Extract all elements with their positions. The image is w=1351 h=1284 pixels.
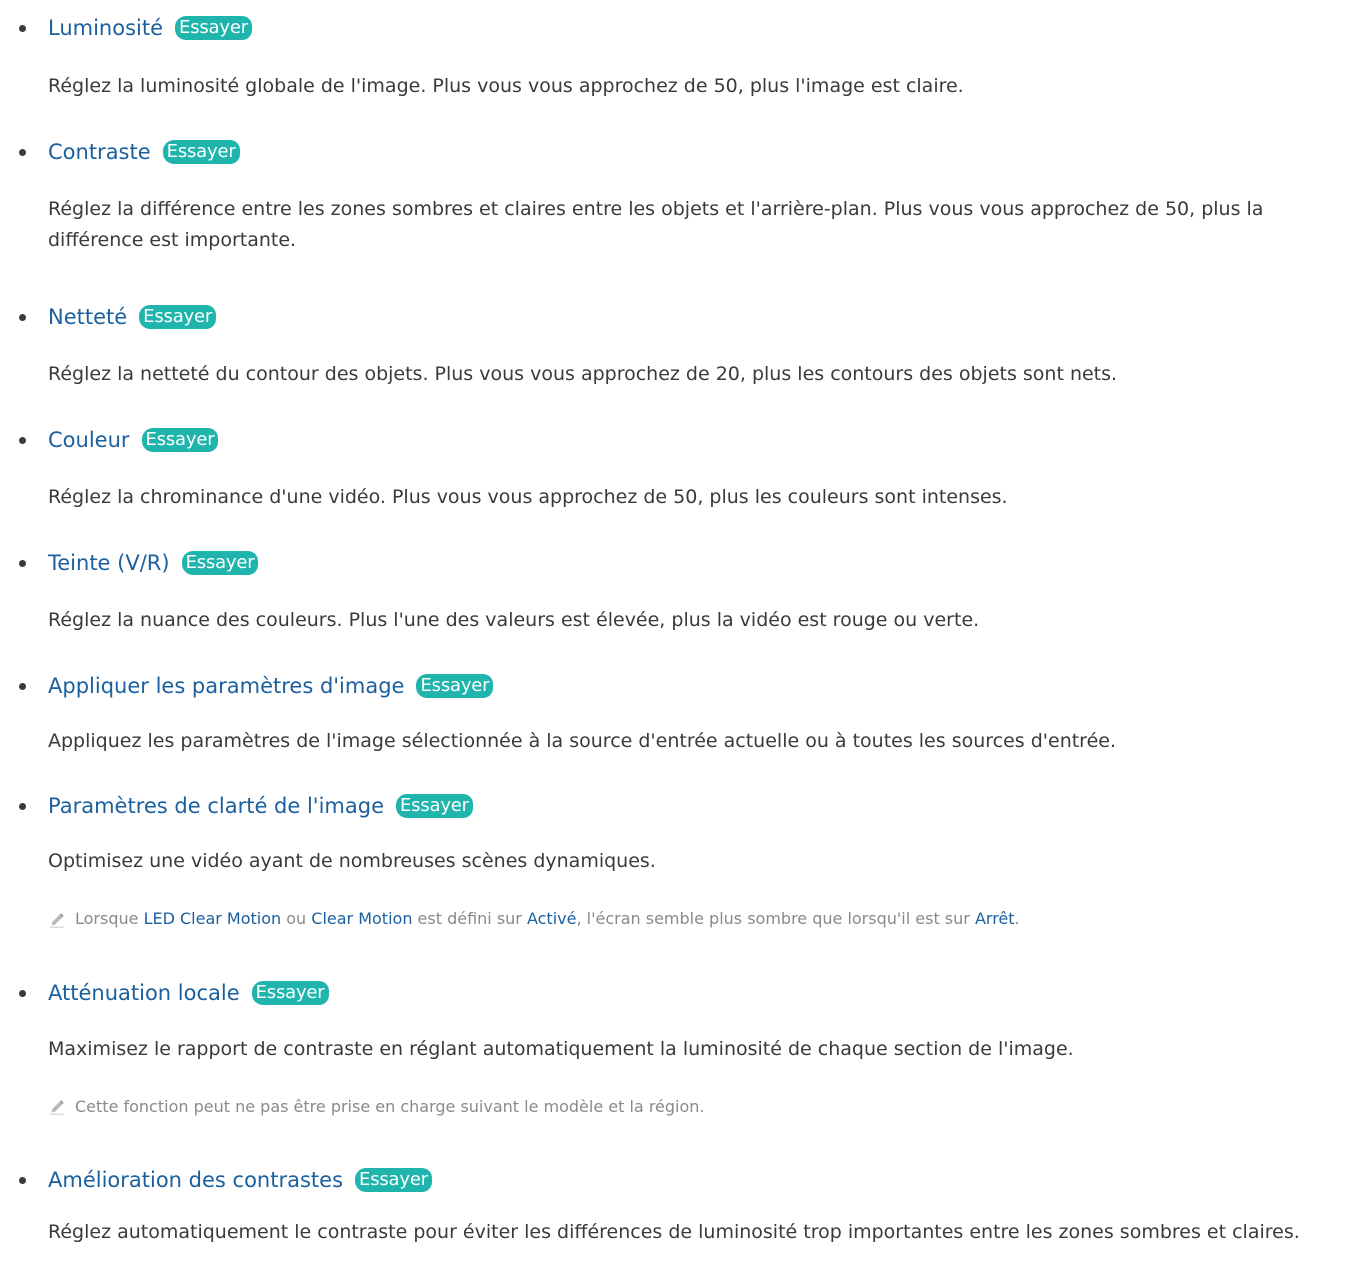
note-keyword-active: Activé — [526, 909, 577, 928]
bullet-icon — [19, 1177, 26, 1184]
try-button[interactable]: Essayer — [175, 16, 252, 40]
bullet-icon — [19, 437, 26, 444]
item-description: Réglez la différence entre les zones som… — [48, 198, 1264, 251]
list-item-couleur: Couleur Essayer Réglez la chrominance d'… — [0, 425, 1351, 508]
note-keyword-arret: Arrêt — [974, 909, 1015, 928]
pencil-icon — [49, 1100, 65, 1115]
try-button[interactable]: Essayer — [251, 981, 329, 1005]
try-button[interactable]: Essayer — [162, 140, 240, 164]
list-item-luminosite: Luminosité Essayer Réglez la luminosité … — [0, 13, 1351, 97]
try-button[interactable]: Essayer — [181, 551, 259, 575]
note-keyword-led-clear-motion: LED Clear Motion — [143, 909, 282, 928]
item-description: Réglez la netteté du contour des objets.… — [48, 363, 1118, 385]
try-button[interactable]: Essayer — [141, 428, 219, 452]
bullet-icon — [19, 149, 26, 156]
item-title-link[interactable]: Appliquer les paramètres d'image — [48, 673, 404, 699]
item-description: Réglez automatiquement le contraste pour… — [48, 1221, 1300, 1243]
list-item-appliquer-parametres: Appliquer les paramètres d'image Essayer… — [0, 671, 1351, 752]
list-item-amelioration-contrastes: Amélioration des contrastes Essayer Régl… — [0, 1165, 1351, 1243]
list-item-nettete: Netteté Essayer Réglez la netteté du con… — [0, 302, 1351, 385]
list-item-contraste: Contraste Essayer Réglez la différence e… — [0, 137, 1351, 251]
item-title-link[interactable]: Luminosité — [48, 15, 163, 41]
note-keyword-clear-motion: Clear Motion — [311, 909, 413, 928]
bullet-icon — [19, 990, 26, 997]
item-title-link[interactable]: Netteté — [48, 304, 127, 330]
bullet-icon — [19, 560, 26, 567]
list-item-attenuation-locale: Atténuation locale Essayer Maximisez le … — [0, 978, 1351, 1116]
item-description: Réglez la chrominance d'une vidéo. Plus … — [48, 486, 1008, 508]
list-item-teinte: Teinte (V/R) Essayer Réglez la nuance de… — [0, 548, 1351, 631]
item-title-link[interactable]: Amélioration des contrastes — [48, 1167, 343, 1193]
bullet-icon — [19, 25, 26, 32]
try-button[interactable]: Essayer — [355, 1168, 432, 1192]
bullet-icon — [19, 683, 26, 690]
item-description: Réglez la nuance des couleurs. Plus l'un… — [48, 609, 980, 631]
try-button[interactable]: Essayer — [139, 305, 217, 329]
list-item-clarte-image: Paramètres de clarté de l'image Essayer … — [0, 791, 1351, 928]
item-title-link[interactable]: Paramètres de clarté de l'image — [48, 793, 384, 819]
item-note: Lorsque LED Clear Motion ou Clear Motion… — [75, 909, 1020, 928]
item-description: Réglez la luminosité globale de l'image.… — [48, 75, 964, 97]
try-button[interactable]: Essayer — [396, 794, 473, 818]
item-title-link[interactable]: Teinte (V/R) — [48, 550, 170, 576]
item-description: Optimisez une vidéo ayant de nombreuses … — [48, 850, 656, 872]
bullet-icon — [19, 803, 26, 810]
item-title-link[interactable]: Contraste — [48, 139, 151, 165]
bullet-icon — [19, 314, 26, 321]
pencil-icon — [49, 913, 65, 928]
item-description: Appliquez les paramètres de l'image séle… — [48, 730, 1116, 752]
try-button[interactable]: Essayer — [416, 674, 494, 698]
item-note: Cette fonction peut ne pas être prise en… — [75, 1097, 705, 1116]
item-description: Maximisez le rapport de contraste en rég… — [48, 1038, 1074, 1060]
item-title-link[interactable]: Atténuation locale — [48, 980, 240, 1006]
item-title-link[interactable]: Couleur — [48, 427, 130, 453]
